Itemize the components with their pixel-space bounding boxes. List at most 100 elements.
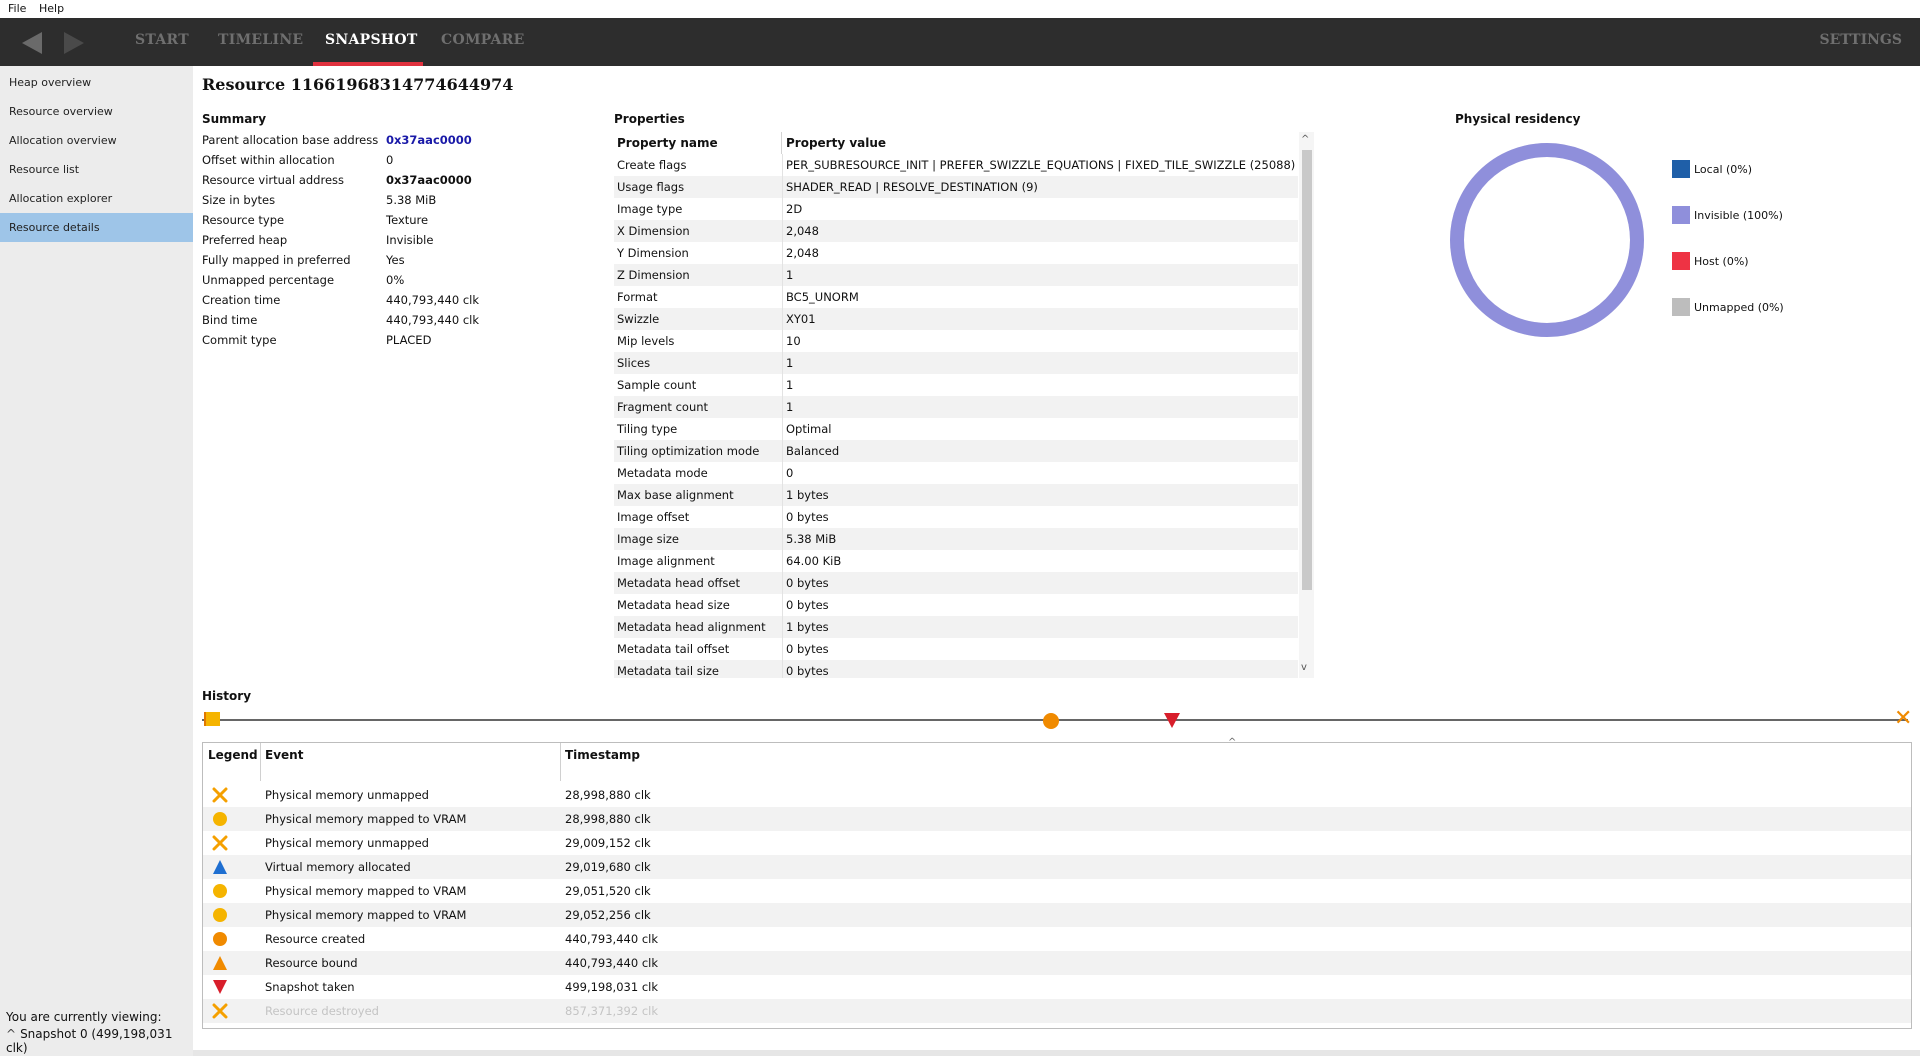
property-row[interactable]: Image size 5.38 MiB (614, 528, 1298, 550)
timeline-marker-snapshot[interactable] (1164, 713, 1180, 728)
property-row[interactable]: Fragment count 1 (614, 396, 1298, 418)
property-row[interactable]: Max base alignment 1 bytes (614, 484, 1298, 506)
property-value: 2,048 (782, 220, 819, 242)
property-name: Mip levels (617, 334, 675, 348)
property-value: SHADER_READ | RESOLVE_DESTINATION (9) (782, 176, 1038, 198)
property-row[interactable]: Metadata tail size 0 bytes (614, 660, 1298, 678)
property-name: Tiling type (617, 422, 678, 436)
property-row[interactable]: Image alignment 64.00 KiB (614, 550, 1298, 572)
property-row[interactable]: Z Dimension 1 (614, 264, 1298, 286)
summary-value: PLACED (386, 333, 432, 347)
parent-allocation-link[interactable]: 0x37aac0000 (386, 130, 472, 150)
scroll-up-icon[interactable]: ^ (1301, 134, 1309, 145)
timeline-marker-destroyed[interactable]: ✕ (1894, 708, 1912, 730)
scroll-down-icon[interactable]: v (1301, 662, 1307, 673)
sidebar-item-heap-overview[interactable]: Heap overview (0, 68, 193, 97)
tab-settings[interactable]: SETTINGS (1819, 32, 1902, 48)
property-name: Usage flags (617, 180, 685, 194)
col-property-value[interactable]: Property value (781, 132, 886, 154)
active-tab-underline (313, 62, 423, 66)
history-row[interactable]: Resource created 440,793,440 clk (203, 927, 1911, 951)
col-timestamp[interactable]: Timestamp (565, 748, 640, 762)
history-row[interactable]: Resource bound 440,793,440 clk (203, 951, 1911, 975)
properties-scrollbar[interactable]: ^ v (1299, 132, 1314, 678)
property-row[interactable]: Metadata mode 0 (614, 462, 1298, 484)
tab-compare[interactable]: COMPARE (441, 32, 525, 48)
summary-heading: Summary (202, 112, 267, 126)
summary-key: Creation time (202, 293, 281, 307)
residency-donut (1447, 136, 1657, 346)
summary-row: Preferred heap Invisible (202, 230, 572, 250)
timeline-marker-created[interactable] (1043, 713, 1059, 729)
summary-key: Offset within allocation (202, 153, 335, 167)
property-value: 0 bytes (782, 660, 829, 678)
menu-help[interactable]: Help (39, 2, 64, 15)
summary-value: 440,793,440 clk (386, 293, 479, 307)
properties-heading: Properties (614, 112, 685, 126)
property-row[interactable]: Metadata head offset 0 bytes (614, 572, 1298, 594)
property-row[interactable]: Swizzle XY01 (614, 308, 1298, 330)
sidebar-item-allocation-overview[interactable]: Allocation overview (0, 126, 193, 155)
history-event: Physical memory mapped to VRAM (265, 884, 467, 898)
history-row[interactable]: Physical memory unmapped 29,009,152 clk (203, 831, 1911, 855)
history-row[interactable]: Snapshot taken 499,198,031 clk (203, 975, 1911, 999)
property-row[interactable]: Usage flags SHADER_READ | RESOLVE_DESTINA… (614, 176, 1298, 198)
history-row[interactable]: Virtual memory allocated 29,019,680 clk (203, 855, 1911, 879)
summary-key: Fully mapped in preferred (202, 253, 351, 267)
history-timestamp: 28,998,880 clk (565, 812, 651, 826)
timeline-marker-start[interactable] (204, 712, 220, 726)
property-value: 1 bytes (782, 484, 829, 506)
sidebar-item-resource-list[interactable]: Resource list (0, 155, 193, 184)
property-row[interactable]: Metadata head alignment 1 bytes (614, 616, 1298, 638)
history-row[interactable]: Resource destroyed 857,371,392 clk (203, 999, 1911, 1023)
menu-file[interactable]: File (8, 2, 26, 15)
legend-swatch (1672, 160, 1690, 178)
summary-row: Fully mapped in preferred Yes (202, 250, 572, 270)
property-row[interactable]: Tiling optimization mode Balanced (614, 440, 1298, 462)
sidebar-item-resource-details[interactable]: Resource details (0, 213, 193, 242)
property-row[interactable]: Mip levels 10 (614, 330, 1298, 352)
history-event: Snapshot taken (265, 980, 355, 994)
property-value: 1 (782, 352, 793, 374)
property-row[interactable]: Create flags PER_SUBRESOURCE_INIT | PREFE… (614, 154, 1298, 176)
property-row[interactable]: Slices 1 (614, 352, 1298, 374)
history-row[interactable]: Physical memory unmapped 28,998,880 clk (203, 783, 1911, 807)
property-row[interactable]: Metadata tail offset 0 bytes (614, 638, 1298, 660)
col-event[interactable]: Event (265, 748, 303, 762)
history-event: Virtual memory allocated (265, 860, 411, 874)
summary-value: 0% (386, 273, 405, 287)
property-row[interactable]: Sample count 1 (614, 374, 1298, 396)
property-name: Sample count (617, 378, 697, 392)
property-row[interactable]: Format BC5_UNORM (614, 286, 1298, 308)
property-row[interactable]: Tiling type Optimal (614, 418, 1298, 440)
donut-invisible-segment (1450, 143, 1644, 337)
property-row[interactable]: Y Dimension 2,048 (614, 242, 1298, 264)
top-nav: START TIMELINE SNAPSHOT COMPARE SETTINGS (0, 18, 1920, 66)
summary-row: Commit type PLACED (202, 330, 572, 350)
forward-arrow-icon[interactable] (64, 32, 84, 54)
tab-start[interactable]: START (135, 32, 189, 48)
history-row[interactable]: Physical memory mapped to VRAM 29,052,256… (203, 903, 1911, 927)
property-row[interactable]: Image offset 0 bytes (614, 506, 1298, 528)
history-row[interactable]: Physical memory mapped to VRAM 29,051,520… (203, 879, 1911, 903)
history-row[interactable]: Physical memory mapped to VRAM 28,998,880… (203, 807, 1911, 831)
tab-snapshot[interactable]: SNAPSHOT (325, 32, 418, 48)
sidebar-item-resource-overview[interactable]: Resource overview (0, 97, 193, 126)
property-value: 1 bytes (782, 616, 829, 638)
property-row[interactable]: Metadata head size 0 bytes (614, 594, 1298, 616)
col-legend[interactable]: Legend (208, 748, 258, 762)
property-value: 0 bytes (782, 572, 829, 594)
scroll-thumb[interactable] (1302, 150, 1312, 590)
sidebar-item-allocation-explorer[interactable]: Allocation explorer (0, 184, 193, 213)
history-event: Physical memory unmapped (265, 836, 429, 850)
tab-timeline[interactable]: TIMELINE (218, 32, 303, 48)
property-row[interactable]: X Dimension 2,048 (614, 220, 1298, 242)
property-row[interactable]: Image type 2D (614, 198, 1298, 220)
current-snapshot[interactable]: ^ Snapshot 0 (499,198,031 clk) (6, 1027, 193, 1055)
col-property-name[interactable]: Property name (617, 132, 718, 154)
property-value: 0 bytes (782, 594, 829, 616)
property-value: Optimal (782, 418, 832, 440)
property-value: 0 bytes (782, 638, 829, 660)
summary-value: 0 (386, 153, 394, 167)
back-arrow-icon[interactable] (22, 32, 42, 54)
